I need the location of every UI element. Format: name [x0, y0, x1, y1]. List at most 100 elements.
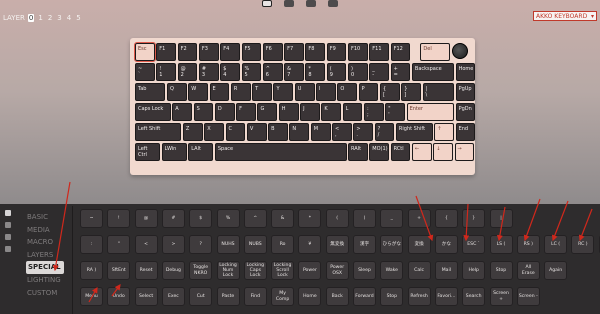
- category-basic[interactable]: BASIC: [26, 211, 64, 224]
- key-e[interactable]: E: [209, 83, 230, 101]
- key-lwin[interactable]: LWin: [161, 143, 187, 161]
- key-symbol[interactable]: @ 2: [177, 63, 198, 81]
- key-symbol[interactable]: ? /: [374, 123, 395, 141]
- keycode-search[interactable]: Search: [462, 287, 486, 306]
- keycode-favori[interactable]: Favori...: [434, 287, 458, 306]
- category-custom[interactable]: CUSTOM: [26, 287, 64, 300]
- layer-4[interactable]: 4: [66, 14, 72, 22]
- keycode-undo[interactable]: Undo: [107, 287, 131, 306]
- key-symbol[interactable]: ^ 6: [262, 63, 283, 81]
- keycode-nuhs[interactable]: NUHS: [216, 235, 240, 254]
- keycode-symbol[interactable]: *: [298, 209, 322, 228]
- key-f12[interactable]: F12: [390, 43, 411, 61]
- key-s[interactable]: S: [193, 103, 214, 121]
- key-f9[interactable]: F9: [326, 43, 347, 61]
- keycode-symbol[interactable]: ^: [243, 209, 267, 228]
- lighting-icon[interactable]: [284, 0, 294, 7]
- category-macro[interactable]: MACRO: [26, 236, 64, 249]
- layer-3[interactable]: 3: [56, 14, 62, 22]
- keycode-symbol[interactable]: @: [134, 209, 158, 228]
- keycode-symbol[interactable]: %: [216, 209, 240, 228]
- keycode-locking-caps-lock[interactable]: Locking Caps Lock: [243, 261, 267, 280]
- key-symbol[interactable]: : ;: [363, 103, 384, 121]
- keycode-again[interactable]: Again: [544, 261, 568, 280]
- key-i[interactable]: I: [316, 83, 336, 101]
- key-f2[interactable]: F2: [177, 43, 198, 61]
- key-x[interactable]: X: [204, 123, 225, 141]
- key-left-ctrl[interactable]: Left Ctrl: [135, 143, 161, 161]
- keycode-symbol[interactable]: {: [434, 209, 458, 228]
- key-f5[interactable]: F5: [241, 43, 262, 61]
- key-symbol[interactable]: ~ `: [135, 63, 155, 81]
- key-f4[interactable]: F4: [220, 43, 240, 61]
- key-f6[interactable]: F6: [262, 43, 283, 61]
- key-ralt[interactable]: RAlt: [348, 143, 368, 161]
- key-r[interactable]: R: [230, 83, 251, 101]
- keycode-forward[interactable]: Forward: [353, 287, 376, 306]
- settings-icon[interactable]: [5, 246, 11, 252]
- key-symbol[interactable]: ↑: [434, 123, 455, 141]
- keycode-symbol[interactable]: _: [380, 209, 404, 228]
- key-f3[interactable]: F3: [198, 43, 219, 61]
- keycode-help[interactable]: Help: [462, 261, 486, 280]
- keycode-menu[interactable]: Menu: [80, 287, 103, 306]
- keycode-symbol[interactable]: ?: [189, 235, 213, 254]
- keycode-calc[interactable]: Calc: [407, 261, 431, 280]
- key-v[interactable]: V: [246, 123, 267, 141]
- keycode-symbol[interactable]: 無変換: [325, 235, 349, 254]
- keycode-all-erase[interactable]: All Erase: [516, 261, 540, 280]
- keycode-symbol[interactable]: かな: [434, 235, 458, 254]
- keycode-symbol[interactable]: ": [107, 235, 131, 254]
- keycode-symbol[interactable]: ): [353, 209, 376, 228]
- key-space[interactable]: Space: [214, 143, 347, 161]
- key-d[interactable]: D: [214, 103, 235, 121]
- keycode-symbol[interactable]: (: [325, 209, 349, 228]
- macro-icon[interactable]: [306, 0, 316, 7]
- key-y[interactable]: Y: [273, 83, 294, 101]
- keycode-lc[interactable]: LC (: [544, 235, 568, 254]
- key-symbol[interactable]: | \: [422, 83, 455, 101]
- layer-2[interactable]: 2: [47, 14, 53, 22]
- key-symbol[interactable]: ←: [411, 143, 432, 161]
- key-f1[interactable]: F1: [156, 43, 177, 61]
- key-t[interactable]: T: [252, 83, 272, 101]
- key-symbol[interactable]: ( 9: [326, 63, 347, 81]
- key-symbol[interactable]: + =: [390, 63, 411, 81]
- key-symbol[interactable]: " ': [385, 103, 406, 121]
- key-f11[interactable]: F11: [369, 43, 390, 61]
- keycode-select[interactable]: Select: [134, 287, 158, 306]
- device-select[interactable]: AKKO KEYBOARD ▾: [533, 11, 597, 21]
- keyboard-icon[interactable]: [262, 0, 272, 7]
- key-symbol[interactable]: > .: [353, 123, 374, 141]
- key-caps-lock[interactable]: Caps Lock: [135, 103, 171, 121]
- keycode-find[interactable]: Find: [243, 287, 267, 306]
- key-q[interactable]: Q: [166, 83, 187, 101]
- key-tab[interactable]: Tab: [135, 83, 166, 101]
- key-z[interactable]: Z: [182, 123, 203, 141]
- key-h[interactable]: H: [278, 103, 299, 121]
- key-right-shift[interactable]: Right Shift: [395, 123, 433, 141]
- key-c[interactable]: C: [225, 123, 246, 141]
- key-backspace[interactable]: Backspace: [411, 63, 455, 81]
- settings-icon[interactable]: [328, 0, 338, 7]
- keycode-debug[interactable]: Debug: [161, 261, 185, 280]
- keycode-ro[interactable]: Ro: [271, 235, 295, 254]
- key-left-shift[interactable]: Left Shift: [135, 123, 182, 141]
- keycode-paste[interactable]: Paste: [216, 287, 240, 306]
- key-k[interactable]: K: [321, 103, 342, 121]
- key-symbol[interactable]: & 7: [284, 63, 304, 81]
- keycode-symbol[interactable]: |: [489, 209, 513, 228]
- category-lighting[interactable]: LIGHTING: [26, 274, 64, 287]
- key-m[interactable]: M: [310, 123, 331, 141]
- key-p[interactable]: P: [358, 83, 379, 101]
- key-rctl[interactable]: RCtl: [390, 143, 411, 161]
- keycode-power[interactable]: Power: [298, 261, 322, 280]
- key-symbol[interactable]: $ 4: [220, 63, 240, 81]
- keycode-symbol[interactable]: ひらがな: [380, 235, 404, 254]
- key-symbol[interactable]: % 5: [241, 63, 262, 81]
- keycode-symbol[interactable]: #: [161, 209, 185, 228]
- key-a[interactable]: A: [172, 103, 193, 121]
- keycode-screen[interactable]: Screen +: [489, 287, 513, 306]
- keycode-rc[interactable]: RC ): [571, 235, 595, 254]
- keycode-symbol[interactable]: :: [80, 235, 103, 254]
